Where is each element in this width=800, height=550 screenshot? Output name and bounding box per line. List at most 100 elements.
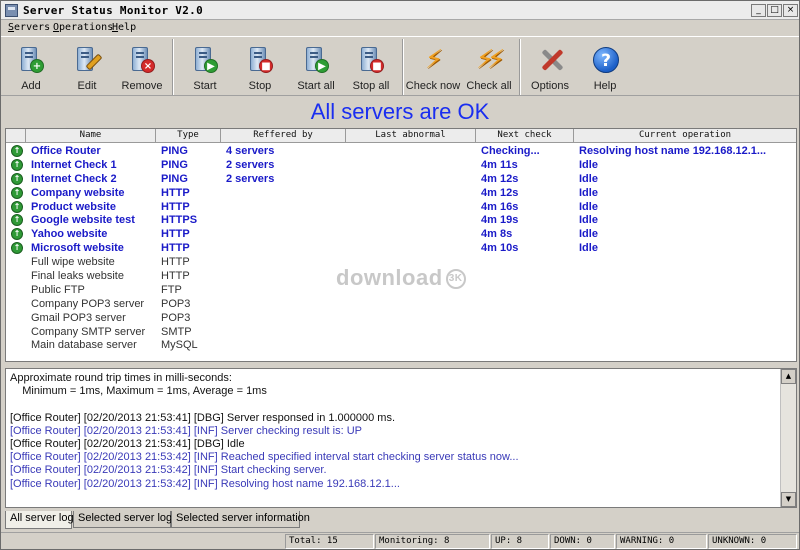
column-header-referred-by[interactable]: Reffered by [221,129,346,143]
table-row[interactable]: ↑ Internet Check 2 PING 2 servers 4m 12s Idle [6,172,796,186]
table-row[interactable]: ↑ Company website HTTP 4m 12s Idle [6,186,796,200]
server-list[interactable]: Name Type Reffered by Last abnormal Next… [5,128,797,362]
cell-type: SMTP [161,325,192,338]
cell-next: 4m 19s [481,214,519,227]
status-down: DOWN: 0 [550,534,615,549]
table-row[interactable]: ↑ Office Router PING 4 servers Checking... Re… [6,144,796,158]
cell-type: HTTP [161,256,190,269]
scroll-up-arrow-icon[interactable]: ▲ [781,369,796,384]
table-row[interactable]: ↑ Google website test HTTPS 4m 19s Idle [6,213,796,227]
cell-type: FTP [161,283,182,296]
tab-selected-server-log[interactable]: Selected server log [73,511,172,528]
help-button[interactable]: ? Help [577,41,633,95]
scroll-down-arrow-icon[interactable]: ▼ [781,492,796,507]
menu-bar: Servers Operations Help [1,20,799,36]
cell-op: Idle [579,186,598,199]
menu-help[interactable]: Help [112,22,136,33]
cell-op: Idle [579,200,598,213]
tab-selected-server-information[interactable]: Selected server information [171,511,310,528]
stop-server-icon: ■ [246,45,274,75]
cell-name: Company POP3 server [31,297,145,310]
menu-servers[interactable]: Servers [8,22,50,33]
cell-next: 4m 12s [481,186,519,199]
status-total: Total: 15 [285,534,374,549]
table-row[interactable]: ↑ Yahoo website HTTP 4m 8s Idle [6,227,796,241]
log-line: Minimum = 1ms, Maximum = 1ms, Average = … [10,385,267,398]
table-row[interactable]: ↑ Product website HTTP 4m 16s Idle [6,200,796,214]
start-all-icon: ▶ [302,45,330,75]
status-bar: Total: 15 Monitoring: 8 UP: 8 DOWN: 0 WA… [1,532,799,549]
column-header-next-check[interactable]: Next check [476,129,574,143]
close-button[interactable]: × [783,4,798,17]
log-panel[interactable]: Approximate round trip times in milli-se… [5,368,797,508]
log-content: Approximate round trip times in milli-se… [10,372,776,491]
server-up-icon: ↑ [11,158,23,171]
remove-server-icon: × [128,45,156,75]
cell-type: HTTP [161,228,190,241]
log-line: [Office Router] [02/20/2013 21:53:41] [D… [10,438,245,450]
cell-next: 4m 16s [481,200,519,213]
stop-all-button[interactable]: ■ Stop all [343,41,399,95]
cell-next: 4m 11s [481,158,518,171]
table-row[interactable]: ↑ Internet Check 1 PING 2 servers 4m 11s Idle [6,158,796,172]
table-row[interactable]: ↑ Microsoft website HTTP 4m 10s Idle [6,241,796,255]
column-header-name[interactable]: Name [26,129,156,143]
log-line: [Office Router] [02/20/2013 21:53:41] [I… [10,424,362,437]
cell-next: 4m 12s [481,172,519,185]
table-row[interactable]: Company SMTP server SMTP [6,325,796,339]
log-line: [Office Router] [02/20/2013 21:53:42] [I… [10,451,519,464]
cell-name: Product website [31,200,116,213]
maximize-button[interactable]: □ [767,4,782,17]
check-all-button[interactable]: ⚡ ⚡ Check all [461,41,517,95]
window-title: Server Status Monitor V2.0 [23,4,203,17]
cell-type: PING [161,145,188,157]
cell-type: PING [161,158,188,171]
lightning-icon: ⚡ [425,45,444,75]
cell-name: Microsoft website [31,242,124,255]
cell-name: Main database server [31,339,137,352]
cell-op: Idle [579,172,598,185]
menu-operations[interactable]: Operations [53,22,113,33]
column-header-current-operation[interactable]: Current operation [574,129,796,143]
edit-server-icon [73,45,103,75]
cell-name: Full wipe website [31,256,115,269]
status-up: UP: 8 [491,534,549,549]
remove-button[interactable]: × Remove [114,41,170,95]
server-rows: ↑ Office Router PING 4 servers Checking... Re… [6,144,796,352]
log-scrollbar[interactable]: ▲ ▼ [780,369,796,507]
double-lightning-icon: ⚡ ⚡ [476,45,506,75]
column-header-status[interactable] [6,129,26,143]
help-icon: ? [591,45,619,75]
table-row[interactable]: Main database server MySQL [6,338,796,352]
cell-name: Final leaks website [31,270,124,283]
column-header-type[interactable]: Type [156,129,221,143]
cell-op: Idle [579,228,598,241]
cell-type: MySQL [161,339,198,352]
tab-all-server-log[interactable]: All server log [5,511,74,529]
watermark-badge-icon: 3K [445,269,466,290]
log-line: [Office Router] [02/20/2013 21:53:41] [D… [10,411,396,424]
cell-type: PING [161,172,188,185]
log-line: [Office Router] [02/20/2013 21:53:42] [I… [10,477,400,490]
stop-all-icon: ■ [357,45,385,75]
title-bar: Server Status Monitor V2.0 _ □ × [1,1,799,20]
table-row[interactable]: Company POP3 server POP3 [6,297,796,311]
help-label: Help [593,80,617,92]
table-row[interactable]: Gmail POP3 server POP3 [6,311,796,325]
minimize-button[interactable]: _ [751,4,766,17]
cell-op: Idle [579,158,598,171]
cell-type: HTTP [161,270,190,283]
cell-next: 4m 10s [481,242,519,255]
status-banner: All servers are OK [310,99,490,124]
cell-next: Checking... [481,145,540,157]
server-up-icon: ↑ [11,200,23,213]
server-up-icon: ↑ [11,145,23,157]
cell-name: Gmail POP3 server [31,311,126,324]
cell-name: Internet Check 1 [31,158,117,171]
cell-name: Internet Check 2 [31,172,117,185]
cell-type: POP3 [161,311,191,324]
status-unknown: UNKNOWN: 0 [708,534,797,549]
column-header-last-abnormal[interactable]: Last abnormal [346,129,476,143]
cell-ref: 4 servers [226,145,275,157]
